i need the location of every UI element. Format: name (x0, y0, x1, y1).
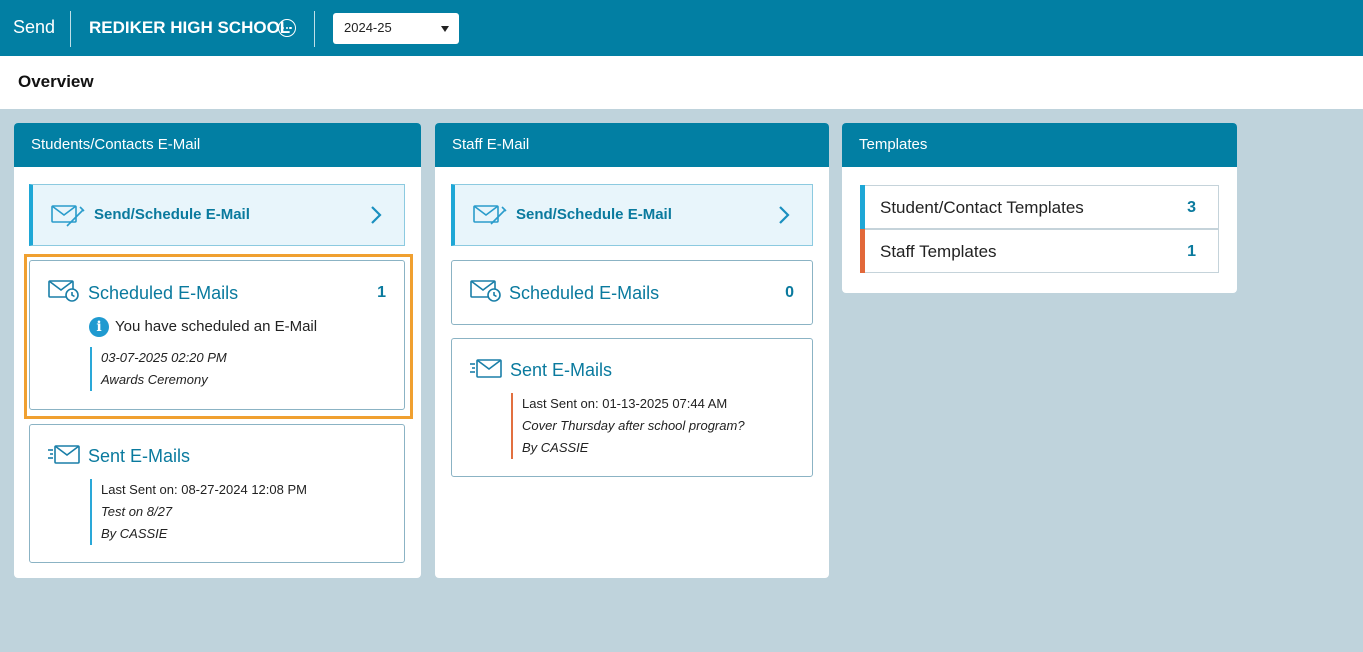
envelope-pencil-icon (473, 202, 507, 233)
accent-bar (860, 229, 865, 273)
scheduled-notice: i You have scheduled an E-Mail (89, 317, 317, 337)
sent-by: By CASSIE (101, 526, 168, 541)
scheduled-emails-title: Scheduled E-Mails (88, 283, 239, 303)
sent-email-detail[interactable]: Last Sent on: 01-13-2025 07:44 AM Cover … (511, 393, 745, 459)
scheduled-email-detail[interactable]: 03-07-2025 02:20 PM Awards Ceremony (90, 347, 227, 391)
students-scheduled-emails-card[interactable]: Scheduled E-Mails 1 i You have scheduled … (29, 260, 405, 410)
envelope-sent-icon (470, 358, 502, 385)
scheduled-subject: Awards Ceremony (101, 372, 208, 387)
scheduled-emails-title: Scheduled E-Mails (509, 283, 660, 303)
scheduled-emails-count: 0 (785, 284, 794, 301)
chevron-right-icon (370, 205, 382, 230)
app-name[interactable]: Send (13, 17, 55, 38)
send-schedule-label: Send/Schedule E-Mail (516, 206, 672, 223)
template-staff[interactable]: Staff Templates 1 (860, 229, 1219, 273)
students-sent-emails-card[interactable]: Sent E-Mails Last Sent on: 08-27-2024 12… (29, 424, 405, 563)
sent-emails-title: Sent E-Mails (510, 360, 613, 380)
panel-title: Staff E-Mail (435, 123, 829, 167)
template-count: 1 (1187, 243, 1196, 260)
last-sent: Last Sent on: 08-27-2024 12:08 PM (101, 482, 307, 497)
envelope-pencil-icon (51, 202, 85, 233)
envelope-clock-icon (48, 279, 80, 308)
students-send-schedule-button[interactable]: Send/Schedule E-Mail (29, 184, 405, 246)
template-student-contact[interactable]: Student/Contact Templates 3 (860, 185, 1219, 229)
panel-title: Templates (842, 123, 1237, 167)
caret-down-icon (441, 26, 449, 32)
envelope-sent-icon (48, 444, 80, 471)
divider (314, 11, 315, 47)
sent-email-detail[interactable]: Last Sent on: 08-27-2024 12:08 PM Test o… (90, 479, 307, 545)
year-select-value: 2024-25 (344, 20, 392, 35)
envelope-clock-icon (470, 279, 502, 308)
template-label: Student/Contact Templates (880, 198, 1084, 217)
staff-send-schedule-button[interactable]: Send/Schedule E-Mail (451, 184, 813, 246)
top-bar: Send REDIKER HIGH SCHOOL 2024-25 (0, 0, 1363, 56)
sent-emails-title: Sent E-Mails (88, 446, 191, 466)
panel-title: Students/Contacts E-Mail (14, 123, 421, 167)
accent-bar (860, 185, 865, 229)
school-name[interactable]: REDIKER HIGH SCHOOL (89, 18, 290, 38)
template-count: 3 (1187, 199, 1196, 216)
last-sent: Last Sent on: 01-13-2025 07:44 AM (522, 396, 728, 411)
template-label: Staff Templates (880, 242, 997, 261)
scheduled-notice-text: You have scheduled an E-Mail (115, 317, 318, 335)
ellipsis-circle-icon[interactable] (278, 19, 296, 37)
scheduled-date: 03-07-2025 02:20 PM (101, 350, 227, 365)
staff-sent-emails-card[interactable]: Sent E-Mails Last Sent on: 01-13-2025 07… (451, 338, 813, 477)
chevron-right-icon (778, 205, 790, 230)
divider (70, 11, 71, 47)
scheduled-emails-count: 1 (377, 284, 386, 301)
sent-subject: Test on 8/27 (101, 504, 173, 519)
page-header: Overview (0, 56, 1363, 109)
page-title: Overview (18, 72, 94, 91)
send-schedule-label: Send/Schedule E-Mail (94, 206, 250, 223)
info-icon: i (89, 317, 109, 337)
sent-subject: Cover Thursday after school program? (522, 418, 745, 433)
staff-scheduled-emails-card[interactable]: Scheduled E-Mails 0 (451, 260, 813, 325)
year-select[interactable]: 2024-25 (333, 13, 459, 44)
sent-by: By CASSIE (522, 440, 589, 455)
